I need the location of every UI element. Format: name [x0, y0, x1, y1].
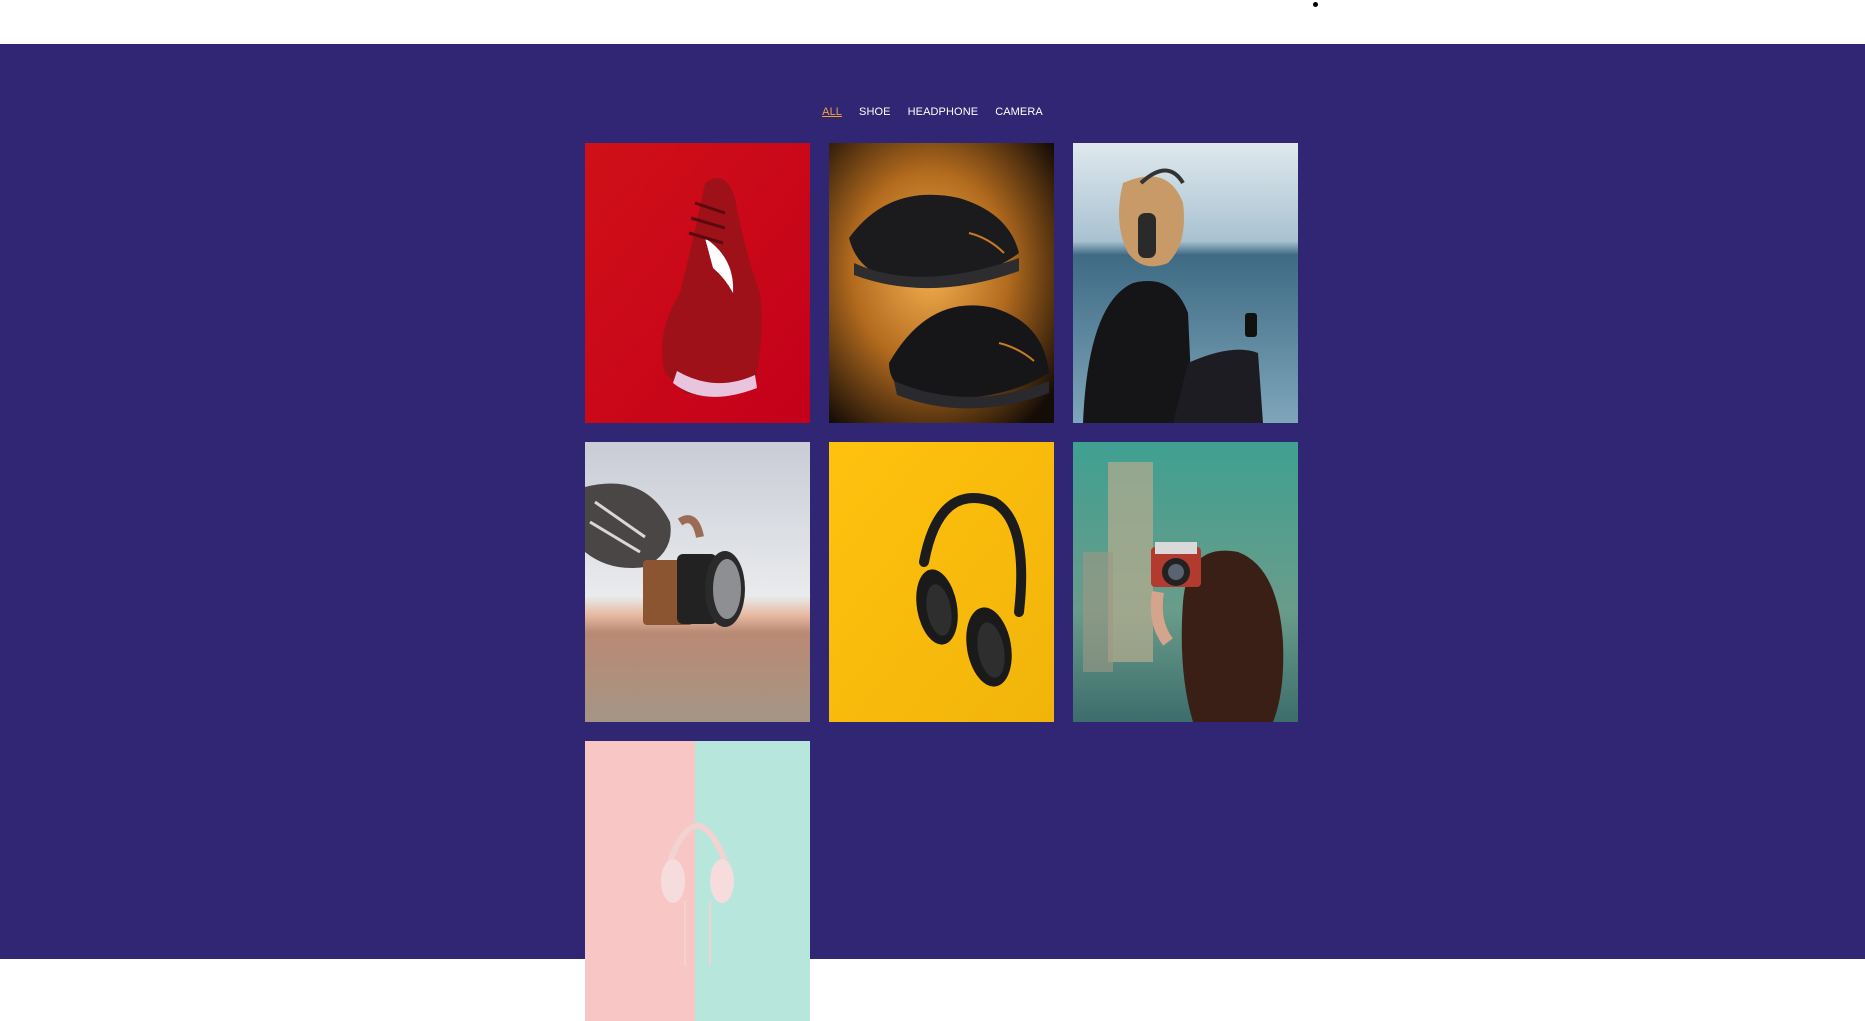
- filter-headphone[interactable]: HEADPHONE: [907, 105, 980, 119]
- filter-shoe[interactable]: SHOE: [858, 105, 892, 119]
- gallery-item-pink-headphones[interactable]: [585, 741, 810, 1021]
- gallery-item-woman-headphones-sea[interactable]: [1073, 143, 1298, 423]
- filter-camera[interactable]: CAMERA: [994, 105, 1044, 119]
- red-sneaker-image: [585, 143, 810, 423]
- camera-desert-image: [585, 442, 810, 722]
- filter-bar: ALL SHOE HEADPHONE CAMERA: [0, 105, 1865, 119]
- pink-headphones-image: [585, 741, 810, 1021]
- top-bar: [0, 0, 1865, 44]
- filter-all[interactable]: ALL: [821, 105, 843, 119]
- woman-headphones-sea-image: [1073, 143, 1298, 423]
- gallery-item-black-sneakers[interactable]: [829, 143, 1054, 423]
- gallery-item-camera-desert[interactable]: [585, 442, 810, 722]
- gallery-item-woman-camera[interactable]: [1073, 442, 1298, 722]
- headphones-yellow-image: [829, 442, 1054, 722]
- black-sneakers-image: [829, 143, 1054, 423]
- bullet-dot-icon: [1313, 2, 1318, 7]
- gallery-item-red-sneaker[interactable]: [585, 143, 810, 423]
- gallery-item-headphones-yellow[interactable]: [829, 442, 1054, 722]
- woman-camera-image: [1073, 442, 1298, 722]
- gallery-section: ALL SHOE HEADPHONE CAMERA: [0, 44, 1865, 1021]
